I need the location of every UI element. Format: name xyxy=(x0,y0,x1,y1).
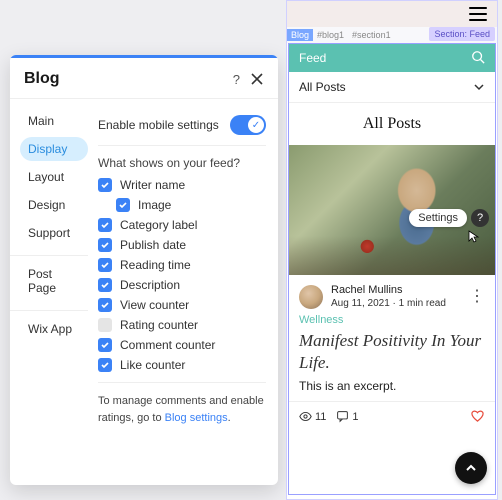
hamburger-icon[interactable] xyxy=(469,7,487,21)
category-selected: All Posts xyxy=(299,80,346,94)
option-row: Rating counter xyxy=(98,318,266,332)
panel-title: Blog xyxy=(24,70,233,88)
checkbox[interactable] xyxy=(98,298,112,312)
view-counter: 11 xyxy=(299,410,326,423)
option-row: Reading time xyxy=(98,258,266,272)
sidebar-item-support[interactable]: Support xyxy=(20,221,88,245)
option-label: Comment counter xyxy=(120,338,215,352)
sidebar-item-layout[interactable]: Layout xyxy=(20,165,88,189)
post-title[interactable]: Manifest Positivity In Your Life. xyxy=(289,328,495,379)
post-category[interactable]: Wellness xyxy=(289,314,495,328)
chevron-up-icon xyxy=(464,461,478,475)
post-excerpt: This is an excerpt. xyxy=(289,379,495,401)
settings-button[interactable]: Settings xyxy=(409,209,467,227)
search-icon[interactable] xyxy=(471,50,485,67)
option-label: Publish date xyxy=(120,238,186,252)
checkbox[interactable] xyxy=(98,178,112,192)
eye-icon xyxy=(299,410,312,423)
section-tag: Section: Feed xyxy=(429,27,495,41)
post-meta: Aug 11, 2021 · 1 min read xyxy=(331,297,461,310)
blog-settings-link[interactable]: Blog settings xyxy=(165,412,228,424)
crumb-id[interactable]: #blog1 xyxy=(313,29,348,41)
sidebar-item-display[interactable]: Display xyxy=(20,137,88,161)
posts-heading: All Posts xyxy=(289,103,495,145)
checkbox[interactable] xyxy=(98,278,112,292)
option-label: Description xyxy=(120,278,180,292)
option-row: Image xyxy=(116,198,266,212)
option-label: Category label xyxy=(120,218,197,232)
sidebar-item-design[interactable]: Design xyxy=(20,193,88,217)
checkbox[interactable] xyxy=(98,318,112,332)
author-name: Rachel Mullins xyxy=(331,283,461,297)
checkbox[interactable] xyxy=(98,218,112,232)
crumb-section[interactable]: #section1 xyxy=(348,29,395,41)
feed-question: What shows on your feed? xyxy=(98,156,266,170)
option-row: Like counter xyxy=(98,358,266,372)
settings-note: To manage comments and enable ratings, g… xyxy=(98,382,266,426)
help-circle-icon[interactable]: ? xyxy=(471,209,489,227)
checkbox[interactable] xyxy=(116,198,130,212)
crumb-blog[interactable]: Blog xyxy=(287,29,313,41)
checkbox[interactable] xyxy=(98,238,112,252)
checkbox[interactable] xyxy=(98,358,112,372)
like-button[interactable] xyxy=(470,408,485,426)
option-label: View counter xyxy=(120,298,189,312)
post-cover-image: Settings ? xyxy=(289,145,495,275)
option-row: View counter xyxy=(98,298,266,312)
scroll-top-button[interactable] xyxy=(455,452,487,484)
feed-options: Writer name Image Category label Publish da… xyxy=(98,178,266,372)
sidebar-item-main[interactable]: Main xyxy=(20,109,88,133)
sidebar-item-post-page[interactable]: Post Page xyxy=(20,262,88,300)
option-row: Publish date xyxy=(98,238,266,252)
checkbox[interactable] xyxy=(98,338,112,352)
panel-content: Enable mobile settings What shows on you… xyxy=(88,99,278,485)
close-icon[interactable] xyxy=(250,72,264,86)
cursor-icon xyxy=(467,229,481,243)
mobile-toggle-label: Enable mobile settings xyxy=(98,118,219,132)
option-label: Writer name xyxy=(120,178,185,192)
comment-counter: 1 xyxy=(336,410,358,423)
mobile-toggle[interactable] xyxy=(230,115,266,135)
blog-settings-panel: Blog ? Main Display Layout Design Suppor… xyxy=(10,55,278,485)
option-row: Description xyxy=(98,278,266,292)
feed-area: Feed All Posts All Posts Settings ? xyxy=(288,43,496,495)
option-row: Category label xyxy=(98,218,266,232)
option-label: Reading time xyxy=(120,258,191,272)
chevron-down-icon xyxy=(473,81,485,93)
help-icon[interactable]: ? xyxy=(233,72,240,87)
option-label: Like counter xyxy=(120,358,185,372)
more-icon[interactable]: ⋮ xyxy=(469,293,485,301)
option-row: Comment counter xyxy=(98,338,266,352)
option-row: Writer name xyxy=(98,178,266,192)
mobile-preview: Blog #blog1 #section1 Section: Feed Feed… xyxy=(286,0,498,500)
comment-icon xyxy=(336,410,349,423)
category-dropdown[interactable]: All Posts xyxy=(289,72,495,103)
heart-icon xyxy=(470,408,485,423)
feed-header-label: Feed xyxy=(299,51,326,65)
avatar xyxy=(299,285,323,309)
option-label: Rating counter xyxy=(120,318,198,332)
panel-sidebar: Main Display Layout Design Support Post … xyxy=(10,99,88,485)
checkbox[interactable] xyxy=(98,258,112,272)
sidebar-item-wix-app[interactable]: Wix App xyxy=(20,317,88,341)
option-label: Image xyxy=(138,198,171,212)
